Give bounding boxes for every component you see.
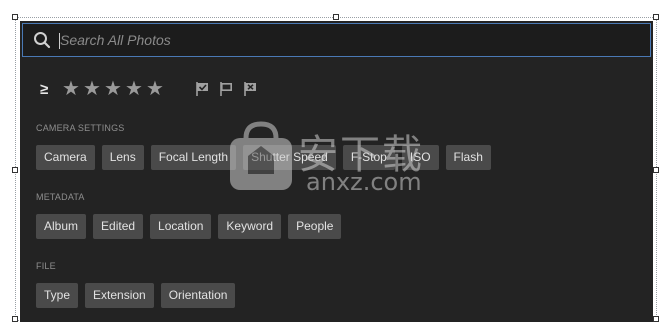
rejected-icon[interactable] [243,81,259,97]
chip-shutter-speed[interactable]: Shutter Speed [243,145,336,170]
chip-type[interactable]: Type [36,283,79,308]
chip-people[interactable]: People [288,214,342,239]
file-chips: Type Extension Orientation [36,283,236,308]
resize-handle-bottom-left[interactable] [12,316,18,322]
resize-handle-top-right[interactable] [653,14,659,20]
chip-f-stop[interactable]: F-Stop [342,145,395,170]
chip-edited[interactable]: Edited [93,214,144,239]
search-bar[interactable] [22,23,651,57]
chip-flash[interactable]: Flash [445,145,491,170]
star-icon-5[interactable]: ★ [146,79,167,99]
star-icon-1[interactable]: ★ [62,79,83,99]
resize-handle-right[interactable] [653,167,659,173]
flagged-icon[interactable] [195,81,211,97]
chip-focal-length[interactable]: Focal Length [150,145,237,170]
search-input[interactable] [60,24,650,56]
star-icon-3[interactable]: ★ [104,79,125,99]
file-heading: FILE [36,261,56,271]
chip-iso[interactable]: ISO [401,145,439,170]
chip-orientation[interactable]: Orientation [160,283,236,308]
chip-extension[interactable]: Extension [85,283,154,308]
camera-settings-heading: CAMERA SETTINGS [36,123,125,133]
chip-keyword[interactable]: Keyword [218,214,282,239]
search-icon [32,30,52,50]
flag-filter-group [195,81,259,97]
star-icon-2[interactable]: ★ [83,79,104,99]
rating-filter: ≥ ★ ★ ★ ★ ★ [40,79,259,99]
search-filter-panel: ≥ ★ ★ ★ ★ ★ CAMERA SETTINGS Camera Lens … [20,21,653,322]
unflagged-icon[interactable] [219,81,235,97]
chip-lens[interactable]: Lens [101,145,144,170]
camera-settings-chips: Camera Lens Focal Length Shutter Speed F… [36,145,491,170]
resize-handle-bottom-right[interactable] [653,316,659,322]
rating-operator[interactable]: ≥ [40,81,62,98]
star-icon-4[interactable]: ★ [125,79,146,99]
metadata-heading: METADATA [36,192,85,202]
resize-handle-left[interactable] [12,167,18,173]
chip-album[interactable]: Album [36,214,87,239]
resize-handle-top[interactable] [333,14,339,20]
text-caret [59,33,60,49]
chip-camera[interactable]: Camera [36,145,95,170]
chip-location[interactable]: Location [150,214,212,239]
metadata-chips: Album Edited Location Keyword People [36,214,342,239]
resize-handle-top-left[interactable] [12,14,18,20]
